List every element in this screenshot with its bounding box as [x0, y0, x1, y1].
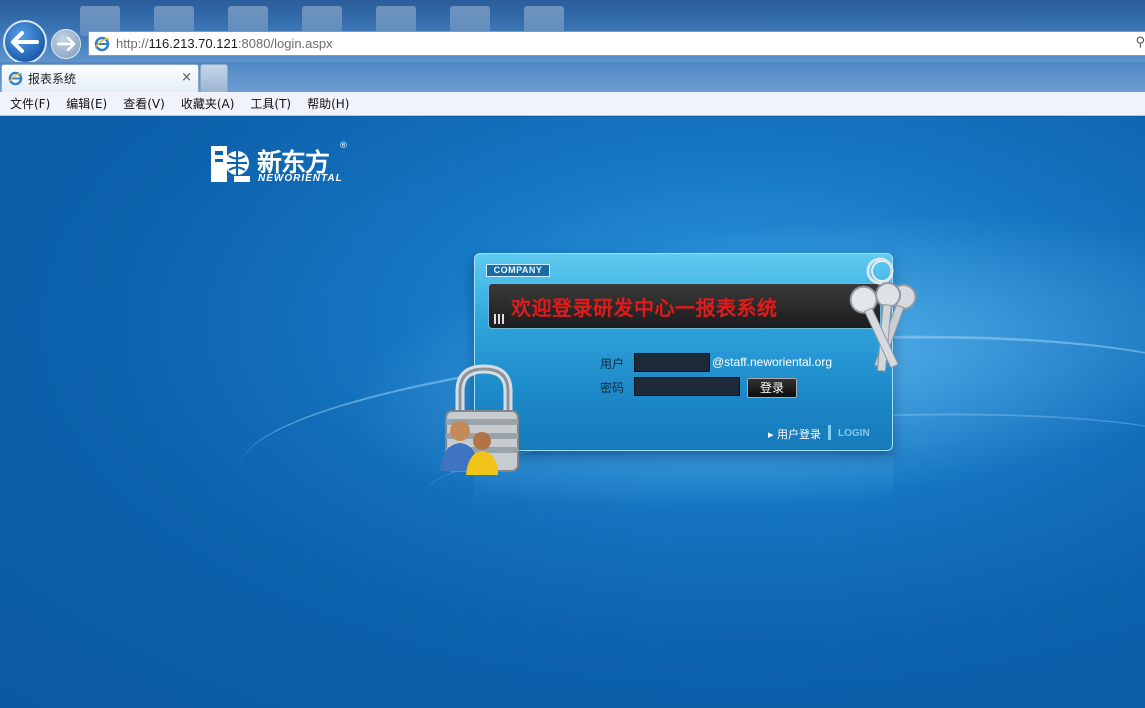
card-reflection	[474, 455, 893, 505]
padlock-icon	[440, 364, 519, 475]
menu-tools[interactable]: 工具(T)	[250, 95, 291, 112]
menu-file[interactable]: 文件(F)	[10, 95, 50, 112]
ie-icon	[94, 36, 110, 51]
email-suffix: @staff.neworiental.org	[712, 355, 833, 369]
welcome-text: 欢迎登录研发中心一报表系统	[511, 296, 778, 320]
logo-registered: ®	[339, 141, 348, 151]
neworiental-logo: 新东方 NEWORIENTAL ®	[210, 141, 350, 187]
username-label: 用户	[600, 357, 625, 371]
username-input[interactable]	[634, 353, 710, 372]
login-caption: LOGIN	[838, 428, 870, 439]
forward-arrow-icon	[57, 37, 75, 51]
banner-dots	[494, 314, 504, 324]
user-login-link[interactable]: ▸ 用户登录	[768, 426, 821, 442]
menu-bar: 文件(F) 编辑(E) 查看(V) 收藏夹(A) 工具(T) 帮助(H)	[0, 92, 1145, 116]
keys-icon	[849, 257, 917, 372]
forward-button[interactable]	[51, 29, 81, 59]
logo-mark-icon	[211, 146, 250, 182]
new-tab-button[interactable]	[200, 64, 228, 92]
back-arrow-icon	[11, 31, 39, 53]
tab-strip: 报表系统 ×	[0, 62, 1145, 92]
menu-view[interactable]: 查看(V)	[123, 95, 165, 112]
back-button[interactable]	[3, 20, 47, 62]
menu-edit[interactable]: 编辑(E)	[66, 95, 107, 112]
login-button[interactable]: 登录	[747, 378, 797, 398]
ie-icon	[8, 71, 23, 86]
company-tag: COMPANY	[486, 264, 550, 277]
password-label: 密码	[600, 381, 625, 395]
logo-en: NEWORIENTAL	[258, 173, 343, 184]
footer-divider	[828, 425, 831, 440]
login-page: 新东方 NEWORIENTAL ® COMPANY 欢迎登录研发中心一报表系统 …	[0, 117, 1145, 708]
address-bar[interactable]: http://116.213.70.121:8080/login.aspx ⚲	[88, 31, 1145, 56]
password-input[interactable]	[634, 377, 740, 396]
welcome-banner: 欢迎登录研发中心一报表系统	[488, 283, 881, 329]
search-icon[interactable]: ⚲	[1135, 35, 1145, 50]
login-card: COMPANY 欢迎登录研发中心一报表系统 用户 密码 登录 ▸ 用户登录 LO…	[474, 253, 893, 451]
browser-toolbar: http://116.213.70.121:8080/login.aspx ⚲	[0, 0, 1145, 62]
tab-reports[interactable]: 报表系统 ×	[1, 64, 199, 92]
menu-help[interactable]: 帮助(H)	[307, 95, 349, 112]
url-text: http://116.213.70.121:8080/login.aspx	[116, 36, 333, 51]
close-icon[interactable]: ×	[181, 70, 192, 85]
menu-favorites[interactable]: 收藏夹(A)	[181, 95, 235, 112]
tab-title: 报表系统	[28, 72, 77, 86]
